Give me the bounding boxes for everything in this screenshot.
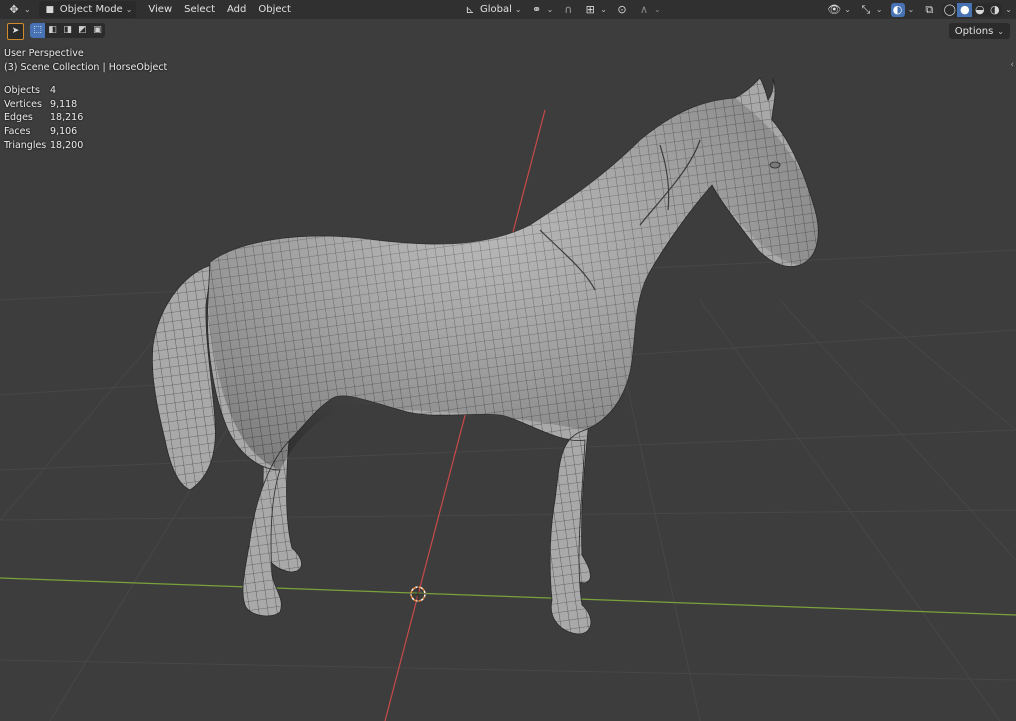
stat-row: Faces 9,106 — [4, 125, 83, 139]
stat-value: 18,216 — [50, 112, 84, 124]
select-tool-icon[interactable]: ➤ — [7, 23, 24, 40]
link-icon: ⚭ — [531, 2, 542, 16]
select-new-icon[interactable]: ⬚ — [30, 23, 45, 38]
pivot-dropdown[interactable]: ⚭ ⌄ — [526, 1, 558, 18]
mode-label: Object Mode — [59, 4, 123, 15]
chevron-down-icon: ⌄ — [125, 5, 133, 14]
visibility-icon: 👁 — [827, 2, 842, 16]
select-intersect-icon[interactable]: ▣ — [90, 23, 105, 38]
stat-value: 4 — [50, 85, 57, 96]
chevron-down-icon: ⌄ — [844, 5, 851, 14]
horse-mesh[interactable] — [152, 77, 819, 635]
chevron-down-icon: ⌄ — [875, 5, 883, 14]
chevron-down-icon: ⌄ — [600, 5, 607, 14]
xray-toggle[interactable]: ⧉ — [918, 1, 940, 18]
horse-eye — [769, 161, 781, 169]
stat-label: Objects — [4, 85, 40, 96]
falloff-curve-icon: ∧ — [639, 2, 648, 16]
magnet-icon: ∩ — [564, 2, 573, 16]
sidebar-expand-icon[interactable]: ‹ — [1010, 60, 1014, 70]
falloff-dropdown[interactable]: ∧ ⌄ — [633, 1, 665, 18]
solid-shading-icon[interactable]: ● — [957, 2, 973, 17]
select-subtract-icon[interactable]: ◨ — [60, 23, 75, 38]
selection-mode-group: ⬚ ◧ ◨ ◩ ▣ — [30, 23, 105, 38]
stat-row: Edges 18,216 — [4, 111, 83, 125]
editor-type-button[interactable]: ✥ ⌄ — [3, 1, 35, 18]
options-dropdown[interactable]: Options ⌄ — [948, 23, 1010, 39]
header-right-group: 👁 ⌄ ⤡ ⌄ ◐ ⌄ ⧉ ◯ ● ◒ ◑ ⌄ — [823, 1, 1012, 18]
menu-object[interactable]: Object — [252, 4, 297, 15]
y-axis-line — [0, 577, 1016, 616]
select-invert-icon[interactable]: ◩ — [75, 23, 90, 38]
chevron-down-icon: ⌄ — [907, 5, 915, 14]
transform-orientation-dropdown[interactable]: ⊾ Global ⌄ — [459, 1, 526, 18]
overlay-icon: ◐ — [890, 2, 905, 17]
snap-toggle[interactable]: ∩ — [557, 1, 579, 18]
material-shading-icon[interactable]: ◒ — [972, 3, 987, 17]
stat-label: Vertices — [4, 98, 42, 110]
stat-row: Triangles 18,200 — [4, 139, 83, 153]
stat-label: Triangles — [4, 139, 47, 151]
horse-body-shading — [208, 98, 819, 470]
stat-value: 9,118 — [50, 98, 78, 110]
chevron-down-icon: ⌄ — [514, 5, 522, 14]
viewport-header: ✥ ⌄ ■ Object Mode ⌄ View Select Add Obje… — [0, 0, 1016, 19]
menu-select[interactable]: Select — [178, 4, 221, 15]
gizmo-toggle[interactable]: ⤡ ⌄ — [855, 1, 887, 18]
collection-info: (3) Scene Collection | HorseObject — [4, 62, 168, 73]
viewport-info: User Perspective (3) Scene Collection | … — [4, 47, 167, 75]
3d-viewport[interactable] — [0, 40, 1016, 721]
object-mode-icon: ■ — [45, 4, 54, 15]
options-label: Options — [954, 25, 994, 37]
proportional-edit-toggle[interactable]: ⊙ — [611, 1, 633, 18]
stat-label: Faces — [4, 126, 31, 138]
3d-viewport-icon: ✥ — [9, 2, 19, 16]
proportional-edit-icon: ⊙ — [617, 2, 627, 16]
stat-label: Edges — [4, 112, 33, 124]
snap-increment-icon: ⊞ — [585, 2, 595, 16]
menu-view[interactable]: View — [142, 4, 178, 15]
visibility-dropdown[interactable]: 👁 ⌄ — [823, 1, 855, 18]
chevron-down-icon: ⌄ — [997, 26, 1004, 36]
stat-value: 18,200 — [50, 139, 84, 151]
rendered-shading-icon[interactable]: ◑ — [987, 3, 1002, 17]
xray-icon: ⧉ — [925, 2, 934, 16]
orientation-icon: ⊾ — [465, 2, 475, 16]
3d-cursor-icon[interactable] — [410, 586, 426, 602]
view-name: User Perspective — [4, 48, 84, 59]
mode-dropdown[interactable]: ■ Object Mode ⌄ — [38, 1, 137, 18]
shading-group: ◯ ● ◒ ◑ — [942, 2, 1003, 17]
horse-tail — [152, 264, 216, 491]
orientation-label: Global — [479, 4, 512, 15]
select-extend-icon[interactable]: ◧ — [45, 23, 60, 38]
overlay-toggle[interactable]: ◐ ⌄ — [887, 1, 919, 18]
stat-value: 9,106 — [50, 126, 78, 138]
stat-row: Objects 4 — [4, 84, 83, 98]
snap-target-dropdown[interactable]: ⊞ ⌄ — [579, 1, 611, 18]
chevron-down-icon: ⌄ — [24, 5, 31, 14]
wireframe-shading-icon[interactable]: ◯ — [942, 3, 957, 17]
tool-settings-row: ➤ ⬚ ◧ ◨ ◩ ▣ Options ⌄ — [0, 21, 1016, 40]
chevron-down-icon: ⌄ — [546, 5, 554, 14]
chevron-down-icon: ⌄ — [653, 5, 661, 14]
gizmo-icon: ⤡ — [861, 2, 871, 16]
menu-add[interactable]: Add — [221, 4, 252, 15]
stat-row: Vertices 9,118 — [4, 98, 83, 112]
shading-dropdown-chevron-icon[interactable]: ⌄ — [1005, 5, 1012, 14]
scene-statistics: Objects 4 Vertices 9,118 Edges 18,216 Faces… — [4, 84, 83, 153]
